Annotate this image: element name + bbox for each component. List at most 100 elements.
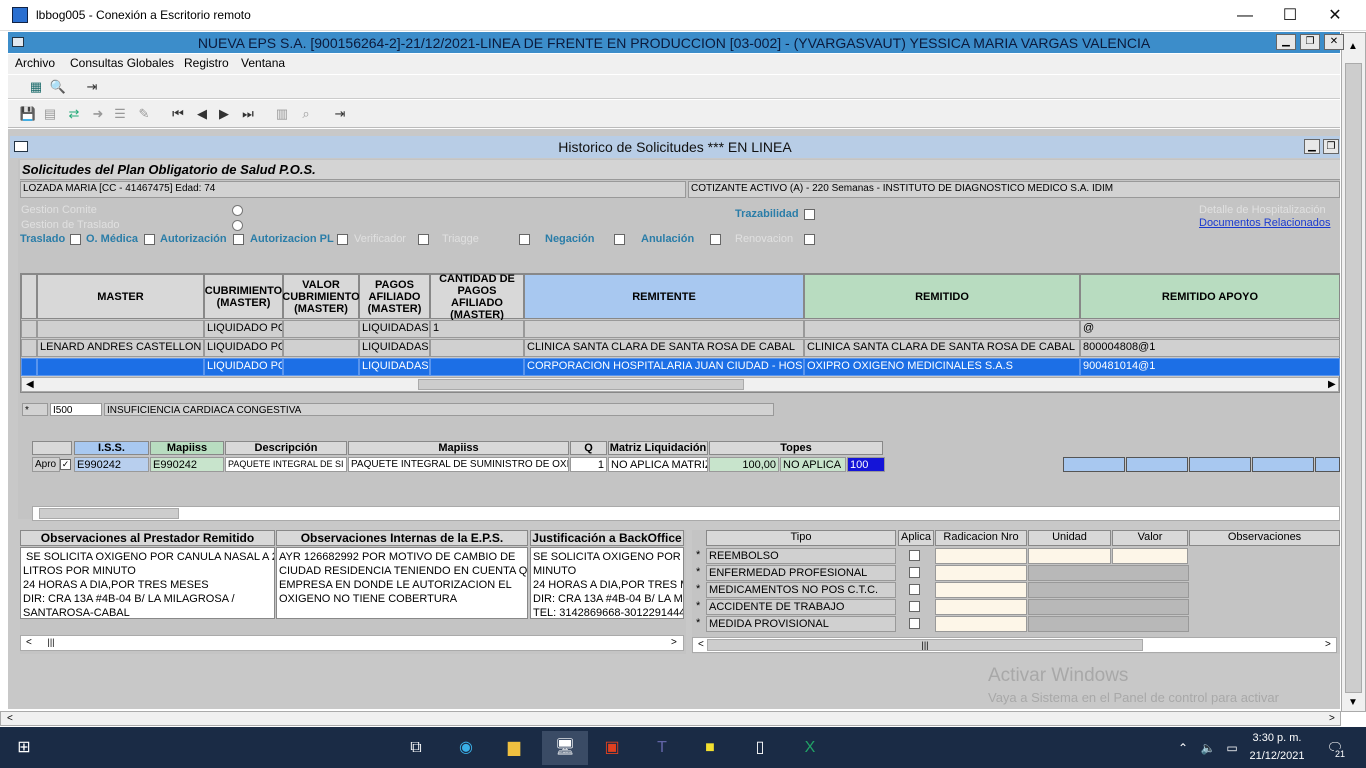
tipo-row[interactable]: * MEDIDA PROVISIONAL: [692, 616, 1340, 633]
tipo-row[interactable]: * ENFERMEDAD PROFESIONAL: [692, 565, 1340, 582]
cell-pagos[interactable]: LIQUIDADAS: [359, 320, 430, 338]
extra-cell[interactable]: [1189, 457, 1251, 472]
radicacion-input[interactable]: [935, 616, 1027, 632]
app-minimize-button[interactable]: ▁: [1276, 34, 1296, 50]
scroll-down-icon[interactable]: ▼: [1348, 697, 1358, 708]
clock-date[interactable]: 21/12/2021: [1249, 750, 1305, 762]
tipo-row[interactable]: * REEMBOLSO: [692, 548, 1340, 565]
header-valor-cubrimiento[interactable]: VALOR CUBRIMIENTO (MASTER): [282, 274, 360, 319]
scroll-up-icon[interactable]: ▲: [1348, 41, 1358, 52]
negacion-checkbox[interactable]: [614, 234, 625, 245]
grid-horizontal-scrollbar[interactable]: ◀ ▶: [21, 377, 1339, 392]
app-close-button[interactable]: ✕: [1324, 34, 1344, 50]
items-horizontal-scrollbar[interactable]: [32, 506, 1340, 521]
item-tope[interactable]: NO APLICA: [780, 457, 846, 472]
item-descripcion[interactable]: PAQUETE INTEGRAL DE SI: [225, 457, 347, 472]
exit-icon[interactable]: ⇥: [82, 77, 102, 97]
cell-cantidad[interactable]: [430, 339, 524, 357]
minimize-button[interactable]: —: [1222, 4, 1268, 28]
clock-time[interactable]: 3:30 p. m.: [1249, 732, 1305, 744]
header-remitido-apoyo[interactable]: REMITIDO APOYO: [1080, 274, 1340, 319]
scrollbar-thumb[interactable]: |||: [707, 639, 1143, 651]
header-remitente[interactable]: REMITENTE: [524, 274, 804, 319]
autorizacion-pl-checkbox[interactable]: [337, 234, 348, 245]
file-explorer-icon[interactable]: ▆: [494, 731, 534, 765]
cell-remitido-apoyo[interactable]: @: [1080, 320, 1340, 338]
cell-valor[interactable]: [283, 358, 359, 376]
radicacion-input[interactable]: [935, 565, 1027, 581]
aplica-checkbox[interactable]: [909, 550, 920, 561]
notification-icon[interactable]: 🗨: [1320, 731, 1350, 765]
documentos-relacionados-link[interactable]: Documentos Relacionados: [1199, 217, 1330, 229]
triagge-checkbox[interactable]: [519, 234, 530, 245]
aplica-checkbox[interactable]: [909, 618, 920, 629]
rdp-horizontal-scrollbar[interactable]: < >: [0, 711, 1341, 726]
save-icon[interactable]: 💾: [18, 104, 38, 124]
obs-backoffice-textarea[interactable]: SE SOLICITA OXIGENO POR CA MINUTO 24 HOR…: [530, 547, 684, 619]
last-record-icon[interactable]: ⏭: [238, 104, 258, 124]
scrollbar-thumb[interactable]: |||: [41, 637, 61, 649]
unidad-input[interactable]: [1028, 548, 1111, 564]
item-mapiiss[interactable]: E990242: [150, 457, 224, 472]
sticky-notes-icon[interactable]: ■: [690, 731, 730, 765]
table-row[interactable]: LIQUIDADO POR LIQUIDADAS 1 @: [21, 320, 1341, 338]
cell-cubrimiento[interactable]: LIQUIDADO POR: [204, 339, 283, 357]
aplica-checkbox[interactable]: [909, 601, 920, 612]
scrollbar-thumb[interactable]: [39, 508, 179, 519]
renovacion-checkbox[interactable]: [804, 234, 815, 245]
start-icon[interactable]: ⊞: [4, 731, 44, 765]
menu-ventana[interactable]: Ventana: [241, 56, 285, 70]
item-aprobado-checkbox[interactable]: ✓: [60, 459, 71, 470]
radicacion-input[interactable]: [935, 599, 1027, 615]
gestion-traslado-radio[interactable]: [232, 220, 243, 231]
cell-master[interactable]: [37, 358, 204, 376]
grid-icon[interactable]: ▦: [26, 77, 46, 97]
omedica-checkbox[interactable]: [144, 234, 155, 245]
cell-cantidad[interactable]: [430, 358, 524, 376]
cell-cubrimiento[interactable]: LIQUIDADO POR: [204, 320, 283, 338]
trazabilidad-checkbox[interactable]: [804, 209, 815, 220]
cell-valor[interactable]: [283, 320, 359, 338]
tree-icon[interactable]: ☰: [110, 104, 130, 124]
obs-horizontal-scrollbar[interactable]: < ||| >: [20, 635, 684, 651]
cell-remitente[interactable]: CORPORACION HOSPITALARIA JUAN CIUDAD - H…: [524, 358, 804, 376]
cell-master[interactable]: [37, 320, 204, 338]
item-matriz[interactable]: NO APLICA MATRIZ D: [608, 457, 708, 472]
teams-icon[interactable]: T: [642, 731, 682, 765]
header-master[interactable]: MASTER: [37, 274, 204, 319]
scroll-left-icon[interactable]: <: [26, 637, 32, 648]
detalle-hospitalizacion-link[interactable]: Detalle de Hospitalización: [1199, 204, 1340, 216]
notepad-icon[interactable]: ▯: [740, 731, 780, 765]
eraser-icon[interactable]: ✎: [134, 104, 154, 124]
edge-icon[interactable]: ◉: [446, 731, 486, 765]
close-button[interactable]: ✕: [1312, 4, 1358, 28]
maximize-button[interactable]: ☐: [1267, 4, 1313, 28]
scroll-left-icon[interactable]: ◀: [26, 379, 34, 390]
radicacion-input[interactable]: [935, 582, 1027, 598]
menu-consultas-globales[interactable]: Consultas Globales: [70, 56, 174, 70]
cell-remitente[interactable]: CLINICA SANTA CLARA DE SANTA ROSA DE CAB…: [524, 339, 804, 357]
item-iss[interactable]: E990242: [74, 457, 149, 472]
anulacion-checkbox[interactable]: [710, 234, 721, 245]
menu-registro[interactable]: Registro: [184, 56, 229, 70]
exit-icon[interactable]: ⇥: [330, 104, 350, 124]
scroll-left-icon[interactable]: <: [7, 713, 13, 724]
tipos-horizontal-scrollbar[interactable]: < ||| >: [692, 637, 1337, 653]
scroll-right-icon[interactable]: ▶: [1328, 379, 1336, 390]
header-pagos-afiliado[interactable]: PAGOS AFILIADO (MASTER): [359, 274, 430, 319]
cell-remitente[interactable]: [524, 320, 804, 338]
cell-remitido[interactable]: [804, 320, 1080, 338]
diagnosis-code-field[interactable]: I500: [50, 403, 102, 416]
item-row[interactable]: Apro ✓ E990242 E990242 PAQUETE INTEGRAL …: [32, 457, 892, 472]
scroll-right-icon[interactable]: >: [1329, 713, 1335, 724]
cell-remitido-apoyo[interactable]: 800004808@1: [1080, 339, 1340, 357]
gestion-comite-radio[interactable]: [232, 205, 243, 216]
cell-master[interactable]: LENARD ANDRES CASTELLON R: [37, 339, 204, 357]
cell-pagos[interactable]: LIQUIDADAS: [359, 339, 430, 357]
item-valor[interactable]: 100,00: [709, 457, 779, 472]
header-cantidad-pagos[interactable]: CANTIDAD DE PAGOS AFILIADO (MASTER): [430, 273, 524, 321]
hist-restore-button[interactable]: ❐: [1323, 139, 1339, 154]
scrollbar-thumb[interactable]: [418, 379, 744, 390]
verificador-checkbox[interactable]: [418, 234, 429, 245]
network-icon[interactable]: ▭: [1220, 731, 1244, 765]
